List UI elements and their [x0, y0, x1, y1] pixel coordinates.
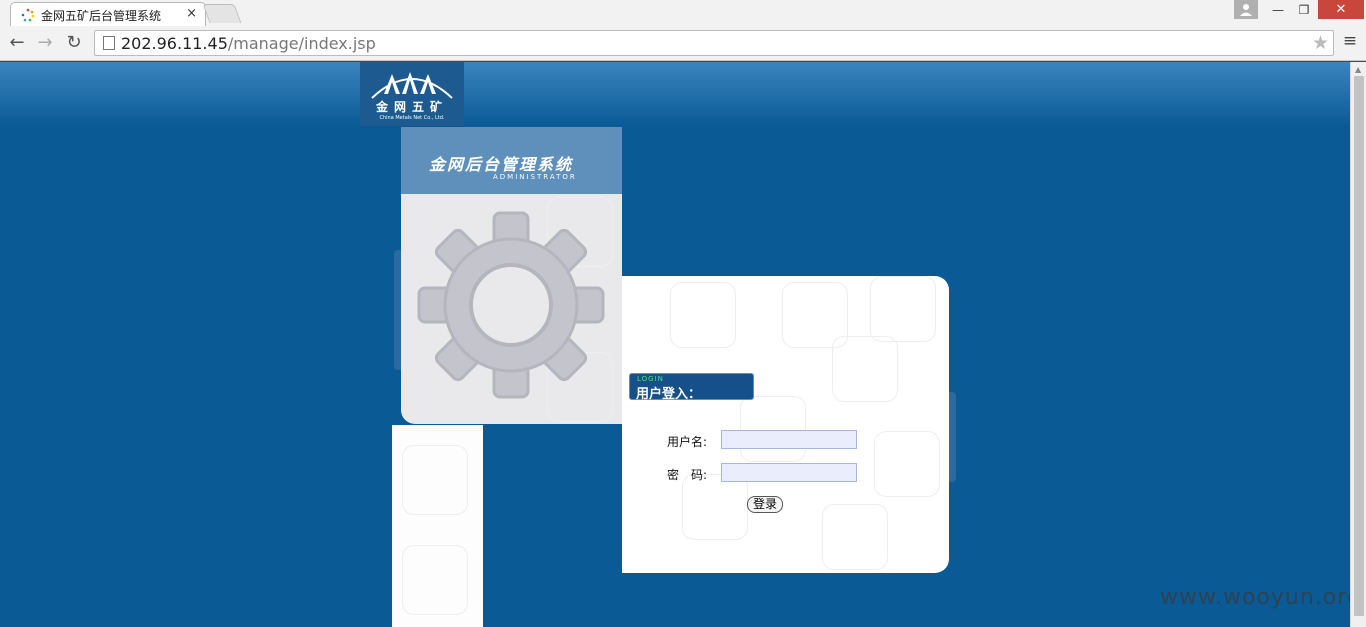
decor-shape	[402, 445, 468, 515]
user-profile-icon[interactable]	[1234, 0, 1258, 19]
password-input[interactable]	[721, 463, 857, 482]
logo-subtitle: China Metals Net Co., Ltd.	[379, 115, 445, 121]
loading-spinner-icon	[21, 8, 35, 22]
company-logo: 金网五矿 China Metals Net Co., Ltd.	[360, 62, 464, 126]
system-title: 金网后台管理系统	[429, 155, 574, 174]
login-button[interactable]: 登录	[747, 496, 783, 513]
password-label: 密 码:	[667, 468, 708, 482]
page-viewport: 金网五矿 China Metals Net Co., Ltd. 金网后台管理系统…	[0, 62, 1350, 627]
minimize-button[interactable]: —	[1264, 0, 1292, 20]
url-host: 202.96.11.45	[121, 34, 228, 53]
decor-shape	[832, 336, 898, 402]
tab-strip: 金网五矿后台管理系统 × — ❐ ✕	[0, 0, 1366, 26]
browser-menu-icon[interactable]: ≡	[1342, 33, 1358, 50]
decor-shape	[670, 282, 736, 348]
scroll-thumb[interactable]	[1354, 76, 1364, 616]
browser-toolbar: ← → ↻ 202.96.11.45/manage/index.jsp ★ ≡	[0, 26, 1366, 61]
login-heading: LOGIN 用户登入：	[629, 373, 754, 402]
address-bar[interactable]: 202.96.11.45/manage/index.jsp ★	[94, 30, 1334, 56]
login-heading-en: LOGIN	[637, 375, 664, 383]
decor-shape	[402, 545, 468, 615]
gear-icon	[417, 211, 605, 399]
banner-header: 金网后台管理系统 ADMINISTRATOR	[401, 127, 622, 194]
login-form: LOGIN 用户登入： 用户名: 密 码: 登录	[622, 276, 949, 573]
decor-shape	[740, 396, 806, 462]
username-label: 用户名:	[667, 435, 708, 449]
forward-arrow-icon[interactable]: →	[34, 32, 56, 54]
username-input[interactable]	[721, 430, 857, 449]
decor-shape	[822, 504, 888, 570]
window-close-button[interactable]: ✕	[1318, 0, 1364, 19]
logo-name: 金网五矿	[375, 100, 448, 114]
watermark: www.wooyun.org	[1160, 585, 1350, 610]
restore-button[interactable]: ❐	[1290, 0, 1318, 20]
logo-mark-icon	[371, 72, 453, 99]
decor-shape	[682, 474, 748, 540]
url-text[interactable]: 202.96.11.45/manage/index.jsp	[121, 34, 376, 53]
url-path: /manage/index.jsp	[227, 34, 376, 53]
back-arrow-icon[interactable]: ←	[6, 32, 28, 54]
vertical-scrollbar[interactable]: ▲	[1350, 62, 1366, 627]
new-tab-button[interactable]	[202, 4, 242, 23]
decor-shape	[874, 431, 940, 497]
tab-title: 金网五矿后台管理系统	[41, 9, 162, 23]
decor-strip	[392, 425, 483, 627]
scroll-up-arrow-icon[interactable]: ▲	[1355, 65, 1361, 74]
system-subtitle: ADMINISTRATOR	[493, 173, 577, 181]
admin-banner-panel: 金网后台管理系统 ADMINISTRATOR	[401, 127, 622, 424]
browser-tab[interactable]: 金网五矿后台管理系统 ×	[10, 2, 206, 26]
login-heading-cn: 用户登入：	[636, 387, 702, 402]
bookmark-star-icon[interactable]: ★	[1312, 32, 1329, 54]
tab-close-icon[interactable]: ×	[186, 6, 197, 21]
page-icon	[103, 36, 115, 50]
decor-shape	[870, 276, 936, 342]
reload-icon[interactable]: ↻	[63, 32, 85, 54]
